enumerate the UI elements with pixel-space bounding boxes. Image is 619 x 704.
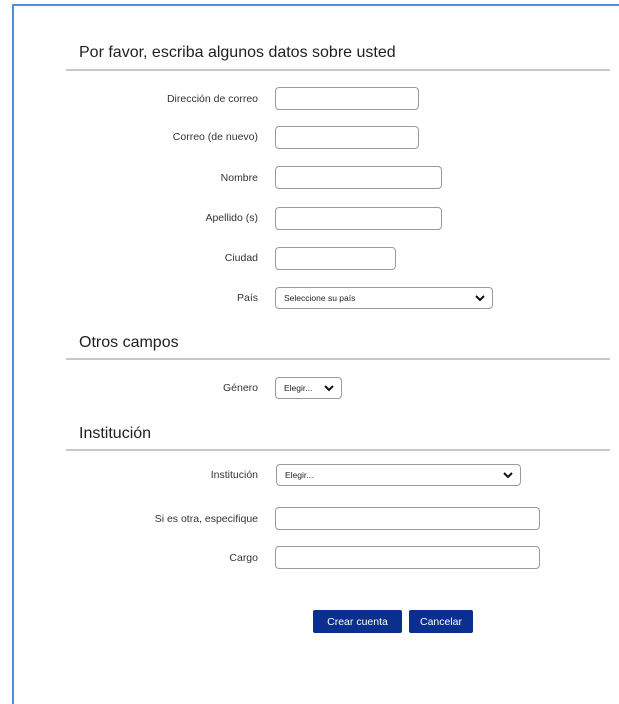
institution-select-value: Elegir... xyxy=(285,470,314,480)
chevron-down-icon xyxy=(502,469,514,481)
institution-select[interactable]: Elegir... xyxy=(276,464,521,486)
email-again-label: Correo (de nuevo) xyxy=(172,131,258,143)
section-title-other: Otros campos xyxy=(79,334,179,351)
country-select-value: Seleccione su país xyxy=(284,293,356,303)
section-divider xyxy=(66,358,610,360)
country-label: País xyxy=(236,292,258,304)
institution-label: Institución xyxy=(210,469,258,481)
last-name-field[interactable] xyxy=(275,207,442,230)
gender-label: Género xyxy=(222,382,258,394)
chevron-down-icon xyxy=(474,292,486,304)
position-field[interactable] xyxy=(275,546,540,569)
other-institution-field[interactable] xyxy=(275,507,540,530)
email-label: Dirección de correo xyxy=(166,93,258,105)
gender-select-value: Elegir... xyxy=(284,383,313,393)
email-again-field[interactable] xyxy=(275,126,419,149)
chevron-down-icon xyxy=(323,382,335,394)
section-title-institution: Institución xyxy=(79,425,152,442)
first-name-label: Nombre xyxy=(220,172,258,184)
city-label: Ciudad xyxy=(224,252,258,264)
gender-select[interactable]: Elegir... xyxy=(275,377,342,399)
last-name-label: Apellido (s) xyxy=(205,212,258,224)
cancel-button[interactable]: Cancelar xyxy=(409,610,473,633)
email-field[interactable] xyxy=(275,87,419,110)
other-institution-label: Si es otra, especifique xyxy=(154,513,258,525)
section-divider xyxy=(66,449,610,451)
position-label: Cargo xyxy=(229,552,258,564)
city-field[interactable] xyxy=(275,247,396,270)
section-title-personal: Por favor, escriba algunos datos sobre u… xyxy=(79,44,396,61)
create-account-button[interactable]: Crear cuenta xyxy=(313,610,402,633)
country-select[interactable]: Seleccione su país xyxy=(275,287,493,309)
first-name-field[interactable] xyxy=(275,166,442,189)
section-divider xyxy=(66,69,610,71)
